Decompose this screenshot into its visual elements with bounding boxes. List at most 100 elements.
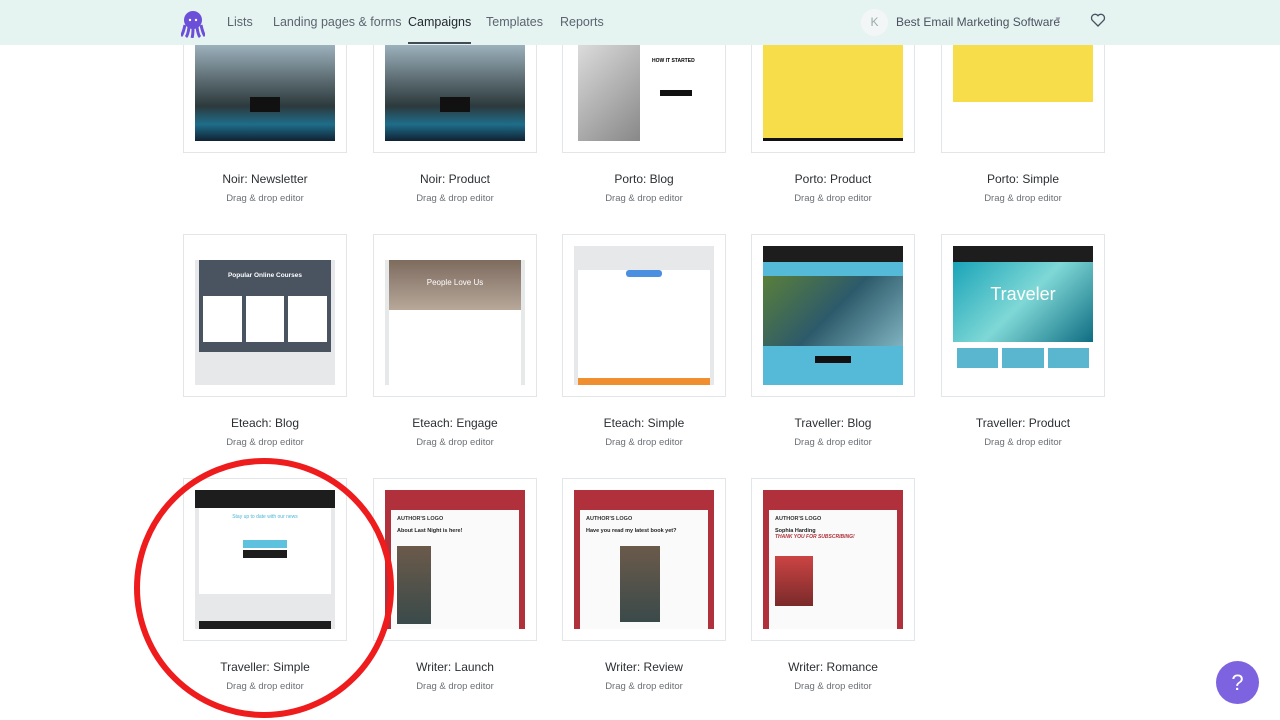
template-name[interactable]: Writer: Launch [373,660,537,674]
thumb-heading: Traveler [953,262,1093,342]
thumb-image [578,42,640,141]
thumb-book-image [620,546,660,622]
template-card[interactable] [562,234,726,397]
thumb-header [953,246,1093,262]
template-editor-type: Drag & drop editor [416,437,494,448]
octopus-logo-icon[interactable] [181,10,205,38]
help-button[interactable]: ? [1216,661,1259,704]
template-card[interactable]: AUTHOR'S LOGO Have you read my latest boo… [562,478,726,641]
heart-icon[interactable] [1090,12,1106,28]
template-thumbnail[interactable]: AUTHOR'S LOGO Sophia Harding THANK YOU FOR… [763,490,903,629]
template-card[interactable]: AUTHOR'S LOGO Sophia Harding THANK YOU FOR… [751,478,915,641]
template-name[interactable]: Noir: Product [373,172,537,186]
thumb-book-image [397,546,431,624]
template-editor-type: Drag & drop editor [226,437,304,448]
template-name[interactable]: Traveller: Product [941,416,1105,430]
template-name[interactable]: Eteach: Blog [183,416,347,430]
thumb-header [195,246,335,260]
thumb-product [1047,348,1089,368]
template-editor-type: Drag & drop editor [416,681,494,692]
template-name[interactable]: Eteach: Engage [373,416,537,430]
thumb-image [763,276,903,346]
thumb-body: Stay up to date with our news [199,508,331,594]
thumb-subheading: HOW IT STARTED [652,58,695,64]
template-card[interactable]: Popular Online Courses [183,234,347,397]
template-editor-type: Drag & drop editor [605,193,683,204]
template-thumbnail[interactable]: AUTHOR'S LOGO About Last Night is here! [385,490,525,629]
template-name[interactable]: Writer: Review [562,660,726,674]
template-thumbnail[interactable]: Popular Online Courses [195,246,335,385]
template-thumbnail[interactable] [574,246,714,385]
nav-campaigns[interactable]: Campaigns [408,15,472,44]
template-editor-type: Drag & drop editor [416,193,494,204]
nav-lists[interactable]: Lists [227,15,253,29]
thumb-body [389,310,521,385]
template-card[interactable]: People Love Us [373,234,537,397]
thumb-header [763,246,903,262]
nav-reports[interactable]: Reports [560,15,604,29]
template-editor-type: Drag & drop editor [794,193,872,204]
template-name[interactable]: Traveller: Simple [183,660,347,674]
thumb-header [195,490,335,508]
thumb-product [1002,348,1044,368]
thumb-subheading: THANK YOU FOR SUBSCRIBING! [775,534,855,540]
thumb-body: AUTHOR'S LOGO About Last Night is here! [391,510,519,629]
thumb-button [626,270,662,277]
template-name[interactable]: Traveller: Blog [751,416,915,430]
template-editor-type: Drag & drop editor [794,681,872,692]
thumb-book-image [775,556,813,606]
thumb-button [660,90,692,96]
nav-landing-pages-forms[interactable]: Landing pages & forms [273,15,402,29]
template-thumbnail[interactable]: AUTHOR'S LOGO Have you read my latest boo… [574,490,714,629]
thumb-column [203,296,242,342]
thumb-body [578,270,710,378]
top-navigation-bar: Lists Landing pages & forms Campaigns Te… [0,0,1280,45]
template-thumbnail[interactable] [763,246,903,385]
thumb-header [385,246,525,260]
template-card[interactable] [751,234,915,397]
template-card[interactable]: AUTHOR'S LOGO About Last Night is here! [373,478,537,641]
thumb-product [957,348,999,368]
template-thumbnail[interactable]: Traveler [953,246,1093,385]
thumb-button [243,540,287,548]
thumb-column [245,296,285,342]
thumb-heading: People Love Us [389,260,521,310]
thumb-body: AUTHOR'S LOGO Sophia Harding THANK YOU FOR… [769,510,897,629]
template-name[interactable]: Porto: Product [751,172,915,186]
chevron-down-icon[interactable]: ▼ [1054,15,1062,24]
template-card[interactable]: Stay up to date with our news [183,478,347,641]
template-editor-type: Drag & drop editor [794,437,872,448]
thumb-header [574,246,714,260]
thumb-button [815,356,851,363]
avatar[interactable]: K [861,9,888,36]
template-editor-type: Drag & drop editor [226,193,304,204]
template-name[interactable]: Writer: Romance [751,660,915,674]
template-card[interactable]: Traveler [941,234,1105,397]
thumb-footer [578,378,710,385]
thumb-products [953,342,1093,374]
template-editor-type: Drag & drop editor [605,681,683,692]
template-thumbnail[interactable]: Stay up to date with our news [195,490,335,629]
thumb-column [288,296,328,342]
template-editor-type: Drag & drop editor [984,193,1062,204]
template-editor-type: Drag & drop editor [984,437,1062,448]
template-name[interactable]: Porto: Blog [562,172,726,186]
template-name[interactable]: Noir: Newsletter [183,172,347,186]
thumb-logo: AUTHOR'S LOGO [586,516,633,522]
nav-templates[interactable]: Templates [486,15,543,29]
thumb-button [243,550,287,558]
template-name[interactable]: Porto: Simple [941,172,1105,186]
account-menu[interactable]: Best Email Marketing Software [896,15,1060,29]
template-name[interactable]: Eteach: Simple [562,416,726,430]
template-editor-type: Drag & drop editor [605,437,683,448]
template-editor-type: Drag & drop editor [226,681,304,692]
thumb-footer [199,621,331,629]
template-grid: Noir: Newsletter Drag & drop editor Noir: … [0,0,1280,720]
thumb-heading: Stay up to date with our news [232,514,298,520]
template-thumbnail[interactable]: People Love Us [385,246,525,385]
thumb-body: AUTHOR'S LOGO Have you read my latest boo… [580,510,708,629]
thumb-heading: Have you read my latest book yet? [586,528,677,534]
thumb-divider [763,138,903,141]
thumb-heading: About Last Night is here! [397,528,463,534]
thumb-columns [195,292,335,346]
